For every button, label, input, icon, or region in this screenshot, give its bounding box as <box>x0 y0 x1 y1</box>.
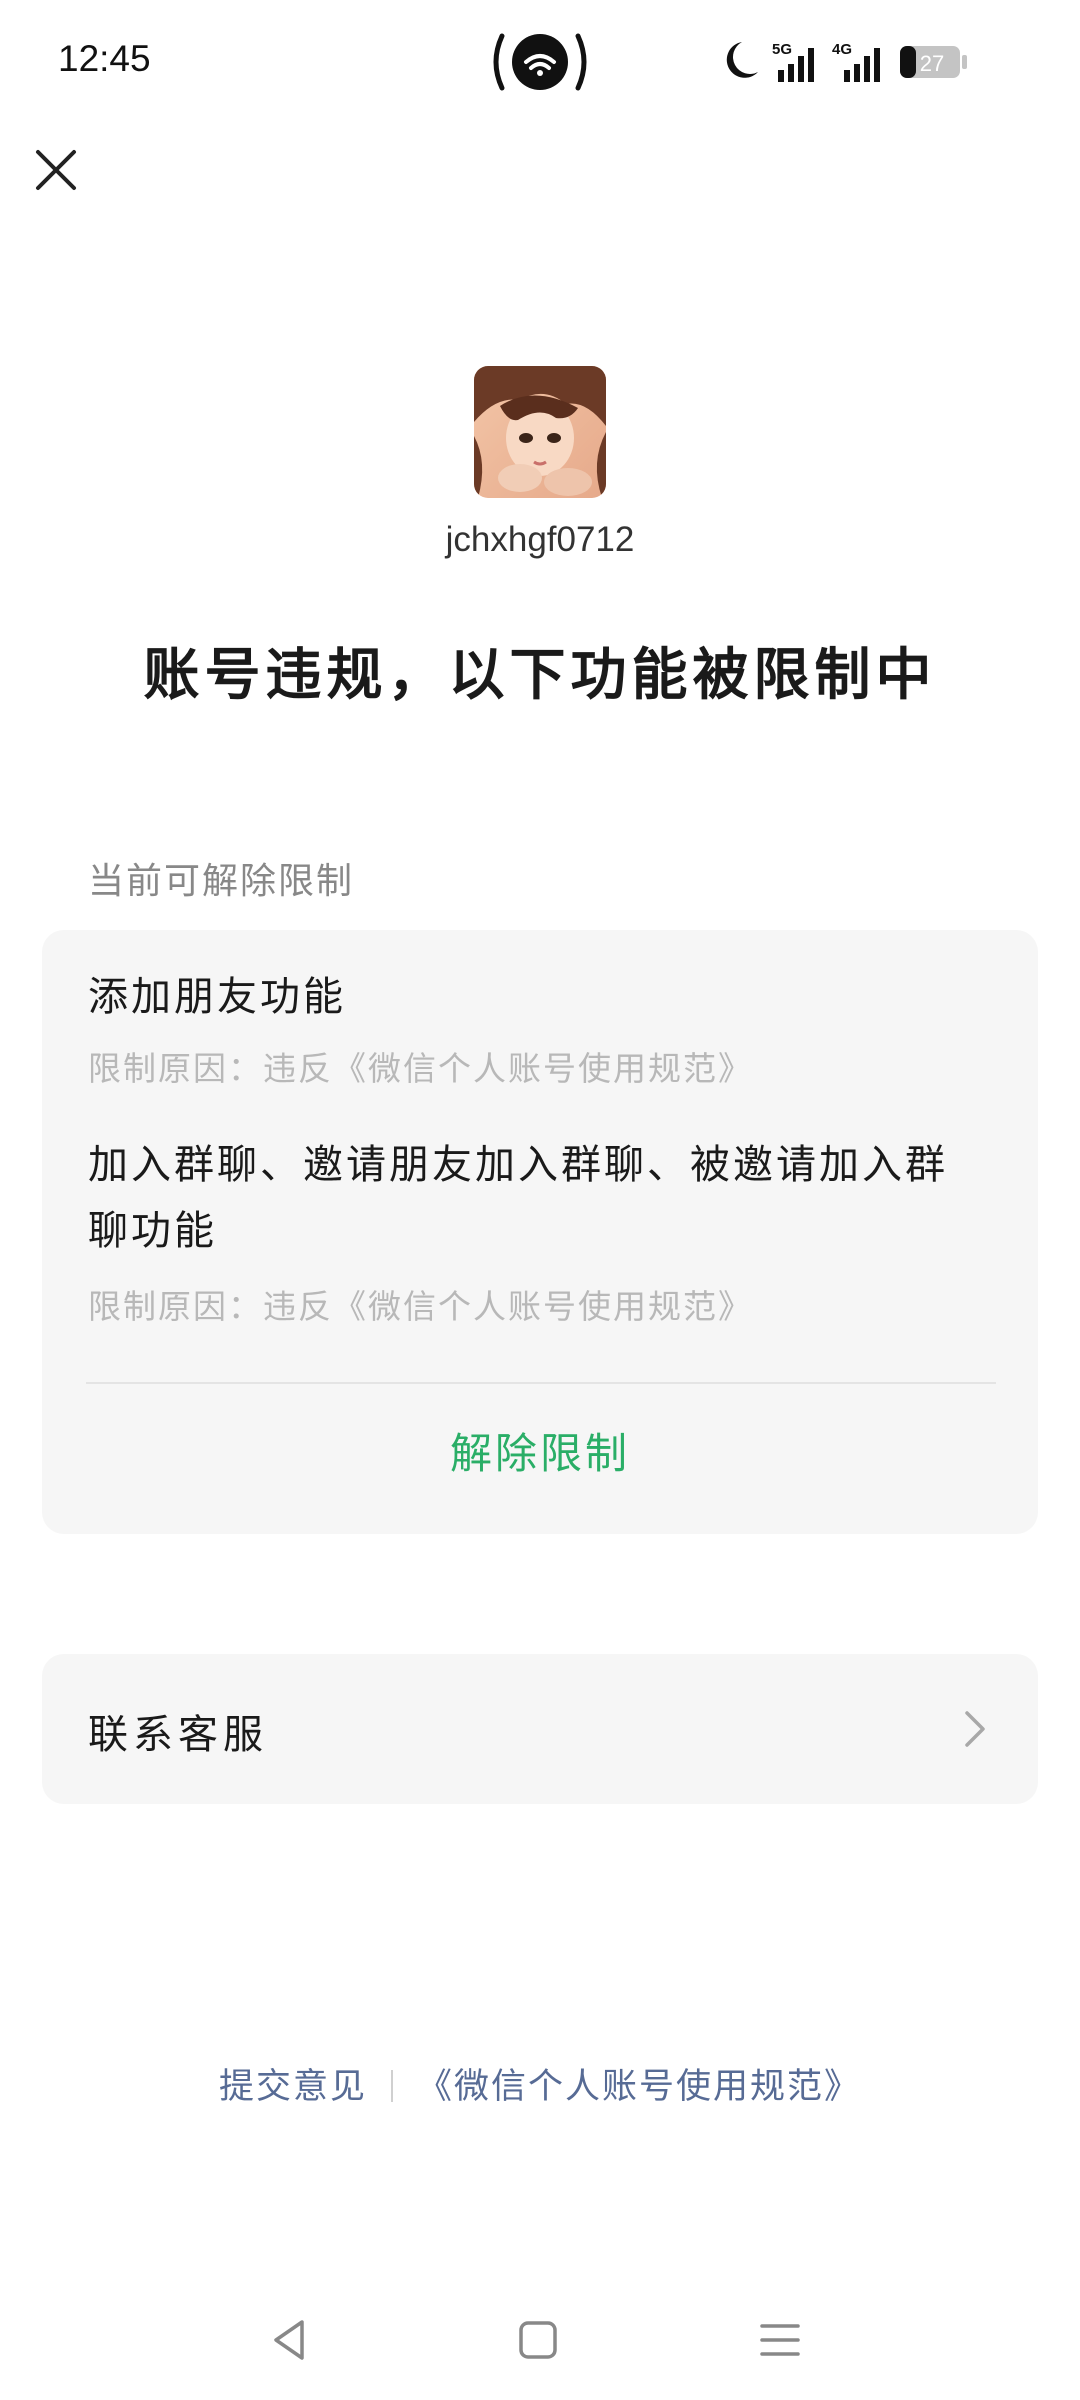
policy-link[interactable]: 《微信个人账号使用规范》 <box>417 2067 861 2107</box>
feedback-link[interactable]: 提交意见 <box>219 2067 367 2107</box>
restrictions-card: 添加朋友功能 限制原因：违反《微信个人账号使用规范》 加入群聊、邀请朋友加入群聊… <box>42 930 1038 1534</box>
unlock-restriction-button[interactable]: 解除限制 <box>42 1420 1038 1481</box>
footer-links: 提交意见 《微信个人账号使用规范》 <box>0 2058 1080 2109</box>
moon-icon <box>726 42 758 78</box>
close-icon[interactable] <box>26 140 86 200</box>
status-indicators: 5G 4G 27 <box>726 41 967 82</box>
restriction-reason: 限制原因：违反《微信个人账号使用规范》 <box>88 1287 753 1326</box>
hotspot-icon <box>493 33 587 91</box>
signal-icon-2: 4G <box>832 41 880 82</box>
contact-support-item[interactable]: 联系客服 <box>42 1654 1038 1804</box>
home-icon[interactable] <box>510 2312 566 2368</box>
status-time: 12:45 <box>58 38 151 79</box>
contact-support-label: 联系客服 <box>88 1712 268 1758</box>
section-label: 当前可解除限制 <box>88 861 355 902</box>
footer-separator <box>391 2070 393 2102</box>
page-title: 账号违规，以下功能被限制中 <box>143 642 937 708</box>
restriction-reason: 限制原因：违反《微信个人账号使用规范》 <box>88 1049 753 1088</box>
network-4g-label: 4G <box>832 41 852 58</box>
chevron-right-icon <box>965 1711 985 1747</box>
system-nav-bar <box>0 2290 1080 2400</box>
battery-icon: 27 <box>900 46 967 78</box>
battery-level: 27 <box>920 51 944 76</box>
avatar-image <box>474 366 606 498</box>
signal-icon: 5G <box>772 41 814 82</box>
restriction-title-group-chat: 加入群聊、邀请朋友加入群聊、被邀请加入群聊功能 <box>88 1142 948 1254</box>
menu-icon[interactable] <box>752 2312 808 2368</box>
username: jchxhgf0712 <box>445 520 635 559</box>
network-5g-label: 5G <box>772 41 792 58</box>
avatar <box>474 366 606 498</box>
restriction-title-add-friend: 添加朋友功能 <box>88 974 346 1020</box>
back-icon[interactable] <box>262 2312 318 2368</box>
divider <box>86 1382 996 1384</box>
status-icons: 5G 4G 27 <box>710 36 1010 86</box>
status-bar: 12:45 5G 4G 27 <box>0 0 1080 120</box>
